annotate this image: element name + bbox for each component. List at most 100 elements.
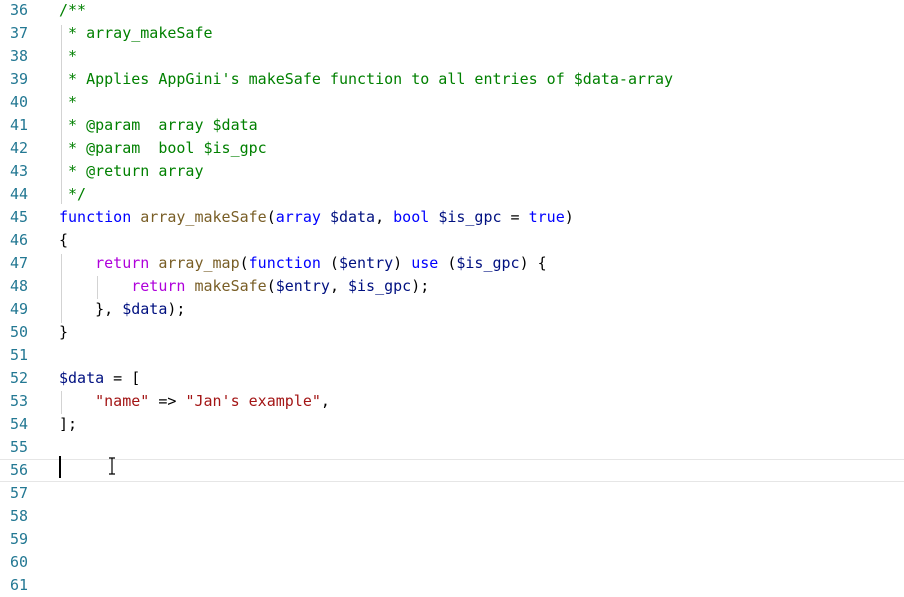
code-token-string: "name" <box>95 392 150 410</box>
code-token-default: ( <box>239 254 249 272</box>
code-line[interactable]: 54]; <box>0 413 904 436</box>
line-number: 55 <box>9 438 28 456</box>
code-text[interactable]: * @param array $data <box>59 114 258 137</box>
code-token-default <box>131 208 140 226</box>
code-text[interactable]: return array_map(function ($entry) use (… <box>59 252 547 275</box>
code-line[interactable]: 58 <box>0 505 904 528</box>
code-token-string: "Jan's example" <box>185 392 321 410</box>
code-token-keyword: function <box>248 254 321 272</box>
code-token-comment: /** <box>59 1 87 19</box>
code-line[interactable]: 55 <box>0 436 904 459</box>
line-number: 60 <box>9 553 28 571</box>
code-token-comment: * array_makeSafe <box>59 24 213 42</box>
code-text[interactable]: */ <box>59 183 86 206</box>
line-number: 44 <box>9 185 28 203</box>
code-token-default: ); <box>411 277 430 295</box>
code-text[interactable]: }, $data); <box>59 298 185 321</box>
code-text[interactable]: * @return array <box>59 160 203 183</box>
code-token-default: , <box>375 208 394 226</box>
code-line[interactable]: 46 { <box>0 229 904 252</box>
line-number: 52 <box>9 369 28 387</box>
code-token-default: ( <box>266 208 276 226</box>
code-token-default: } <box>59 323 69 341</box>
code-line[interactable]: 60 <box>0 551 904 574</box>
line-number: 51 <box>9 346 28 364</box>
code-text[interactable]: { <box>59 229 68 252</box>
line-number: 54 <box>9 415 28 433</box>
code-text[interactable]: * @param bool $is_gpc <box>59 137 267 160</box>
code-line[interactable]: 40 * <box>0 91 904 114</box>
code-token-default <box>149 254 158 272</box>
code-token-default: ); <box>167 300 186 318</box>
line-number: 48 <box>9 277 28 295</box>
code-text[interactable]: $data = [ <box>59 367 140 390</box>
code-line[interactable]: 39 * Applies AppGini's makeSafe function… <box>0 68 904 91</box>
code-token-default: }, <box>59 300 123 318</box>
line-number: 42 <box>9 139 28 157</box>
code-text[interactable]: /** <box>59 0 86 22</box>
code-line[interactable]: 57 <box>0 482 904 505</box>
indent-guide-array-body <box>61 391 62 414</box>
line-number: 56 <box>9 461 28 479</box>
code-token-function: array_makeSafe <box>140 208 267 226</box>
code-token-default: ) <box>393 254 412 272</box>
code-text[interactable]: "name" => "Jan's example", <box>59 390 330 413</box>
code-token-variable: $data <box>59 369 105 387</box>
code-text[interactable]: ]; <box>59 413 77 436</box>
code-text[interactable]: } <box>59 321 68 344</box>
line-number: 37 <box>9 24 28 42</box>
code-line[interactable]: 42 * @param bool $is_gpc <box>0 137 904 160</box>
code-token-default: ]; <box>59 415 78 433</box>
code-token-default <box>59 254 95 272</box>
line-number: 46 <box>9 231 28 249</box>
code-line[interactable]: 38 * <box>0 45 904 68</box>
code-token-comment: */ <box>59 185 87 203</box>
line-number: 45 <box>9 208 28 226</box>
code-line[interactable]: 59 <box>0 528 904 551</box>
code-line[interactable]: 48 return makeSafe($entry, $is_gpc); <box>0 275 904 298</box>
code-token-default <box>59 392 95 410</box>
code-line[interactable]: 44 */ <box>0 183 904 206</box>
code-line[interactable]: 49 }, $data); <box>0 298 904 321</box>
code-line[interactable]: 43 * @return array <box>0 160 904 183</box>
text-caret <box>59 456 61 478</box>
code-token-default: ( <box>438 254 457 272</box>
line-number: 41 <box>9 116 28 134</box>
code-line-current[interactable]: 56 <box>0 459 904 482</box>
code-token-control: return <box>95 254 150 272</box>
code-text[interactable]: return makeSafe($entry, $is_gpc); <box>59 275 429 298</box>
code-editor[interactable]: 36/** 37 * array_makeSafe 38 * 39 * Applies… <box>0 0 904 597</box>
code-token-variable: $data <box>122 300 168 318</box>
code-token-comment: * Applies AppGini's makeSafe function to… <box>59 70 674 88</box>
code-token-variable: $data <box>329 208 376 226</box>
code-token-default <box>321 208 330 226</box>
code-token-default: ( <box>320 254 339 272</box>
code-line[interactable]: 47 return array_map(function ($entry) us… <box>0 252 904 275</box>
code-text[interactable]: * array_makeSafe <box>59 22 213 45</box>
code-line[interactable]: 53 "name" => "Jan's example", <box>0 390 904 413</box>
code-token-default: ( <box>266 277 276 295</box>
code-line[interactable]: 45 function array_makeSafe(array $data, b… <box>0 206 904 229</box>
code-token-variable: $is_gpc <box>438 208 502 226</box>
code-text[interactable]: function array_makeSafe(array $data, boo… <box>59 206 574 229</box>
code-line[interactable]: 51 <box>0 344 904 367</box>
code-text[interactable]: * Applies AppGini's makeSafe function to… <box>59 68 673 91</box>
code-line[interactable]: 52 $data = [ <box>0 367 904 390</box>
line-number: 53 <box>9 392 28 410</box>
code-line[interactable]: 41 * @param array $data <box>0 114 904 137</box>
code-token-function: makeSafe <box>194 277 267 295</box>
code-line[interactable]: 61 <box>0 574 904 597</box>
code-token-variable: $is_gpc <box>348 277 412 295</box>
code-token-function: array_map <box>158 254 240 272</box>
code-line[interactable]: 36 /** <box>0 0 904 22</box>
line-number: 57 <box>9 484 28 502</box>
indent-guide-function-body <box>61 254 62 323</box>
code-line[interactable]: 50} <box>0 321 904 344</box>
code-line[interactable]: 37 * array_makeSafe <box>0 22 904 45</box>
code-token-comment: * @param bool $is_gpc <box>59 139 267 157</box>
code-token-comment: * @param array $data <box>59 116 258 134</box>
code-token-keyword: use <box>411 254 439 272</box>
line-number: 47 <box>9 254 28 272</box>
code-token-variable: $is_gpc <box>456 254 520 272</box>
code-token-control: return <box>131 277 186 295</box>
